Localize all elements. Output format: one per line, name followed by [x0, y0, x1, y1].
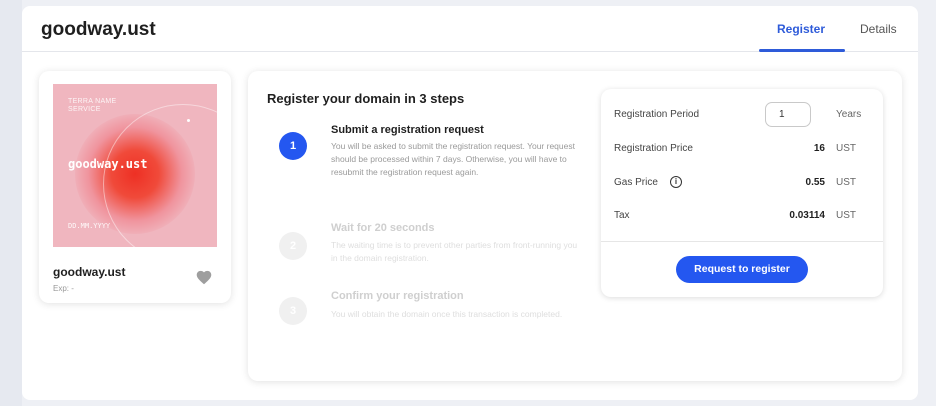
step-2-description: The waiting time is to prevent other par… — [331, 240, 578, 263]
nft-dot — [187, 119, 190, 122]
card-expiry: Exp: - — [53, 284, 74, 293]
gas-price-label: Gas Price — [614, 177, 658, 188]
nft-brand-text: TERRA NAME SERVICE — [68, 98, 117, 113]
pricing-box: Registration Period Years Registration P… — [601, 89, 883, 297]
registration-price-unit: UST — [836, 143, 856, 154]
tax-label: Tax — [614, 210, 630, 221]
tax-unit: UST — [836, 210, 856, 221]
registration-price-value: 16 — [813, 143, 825, 154]
registration-steps-panel: Register your domain in 3 steps 1 Submit… — [248, 71, 902, 381]
main-panel: goodway.ust Register Details TERRA NAME … — [22, 6, 918, 400]
nft-domain-name: goodway.ust — [68, 157, 148, 171]
step-2-title: Wait for 20 seconds — [331, 222, 435, 234]
top-bar: goodway.ust Register Details — [22, 6, 918, 52]
card-domain-name: goodway.ust — [53, 265, 126, 279]
registration-period-label: Registration Period — [614, 109, 700, 120]
step-1-description: You will be asked to submit the registra… — [331, 141, 575, 177]
page-title: goodway.ust — [41, 19, 156, 40]
nft-image: TERRA NAME SERVICE goodway.ust DD.MM.YYY… — [53, 84, 217, 247]
domain-card: TERRA NAME SERVICE goodway.ust DD.MM.YYY… — [39, 71, 231, 303]
gas-price-value: 0.55 — [805, 177, 825, 188]
tab-details[interactable]: Details — [860, 22, 897, 36]
step-3-number: 3 — [279, 297, 307, 325]
registration-period-unit: Years — [836, 109, 862, 120]
tax-value: 0.03114 — [789, 210, 825, 221]
step-3-title: Confirm your registration — [331, 290, 464, 302]
nft-date: DD.MM.YYYY — [68, 222, 111, 230]
pricing-divider — [601, 241, 883, 242]
step-1-number: 1 — [279, 132, 307, 160]
steps-title: Register your domain in 3 steps — [267, 91, 465, 106]
heart-icon[interactable] — [195, 269, 213, 285]
step-2-number: 2 — [279, 232, 307, 260]
active-tab-indicator — [759, 49, 845, 52]
page-background — [0, 0, 22, 406]
registration-period-input[interactable] — [765, 102, 811, 127]
gas-price-unit: UST — [836, 177, 856, 188]
registration-price-label: Registration Price — [614, 143, 693, 154]
step-3-description: You will obtain the domain once this tra… — [331, 309, 563, 319]
info-icon[interactable]: i — [670, 176, 682, 188]
step-1-title: Submit a registration request — [331, 124, 484, 136]
request-to-register-button[interactable]: Request to register — [676, 256, 808, 283]
tab-register[interactable]: Register — [777, 22, 825, 36]
